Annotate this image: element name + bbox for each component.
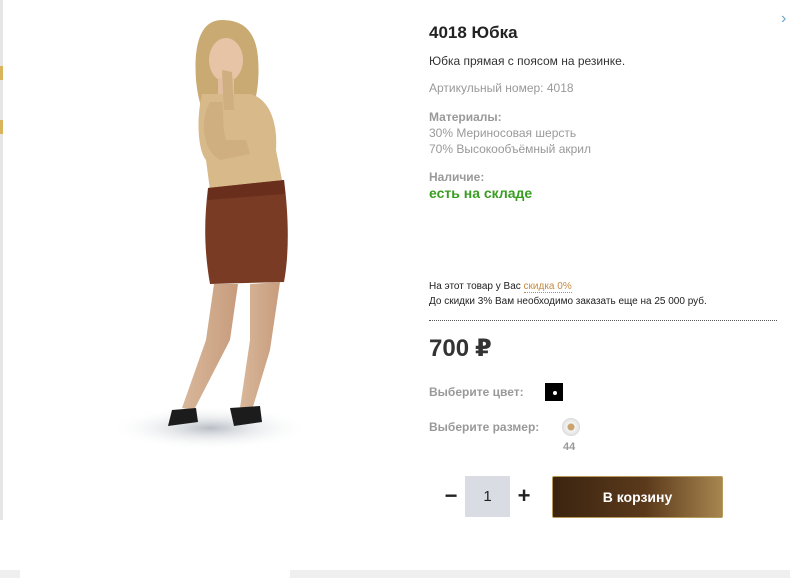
color-label: Выберите цвет: bbox=[429, 385, 524, 399]
material-item: 70% Высокообъёмный акрил bbox=[429, 142, 592, 156]
product-title: 4018 Юбка bbox=[429, 23, 518, 42]
price-amount: 700 bbox=[429, 335, 470, 362]
quantity-increase-button[interactable]: + bbox=[514, 484, 534, 508]
discount-prefix: На этот товар у Вас bbox=[429, 281, 524, 292]
stock-heading: Наличие: bbox=[429, 170, 485, 184]
selected-dot-icon bbox=[553, 391, 557, 395]
left-edge-marker bbox=[0, 120, 3, 134]
discount-link[interactable]: скидка 0% bbox=[523, 281, 572, 293]
add-to-cart-button[interactable]: В корзину bbox=[552, 476, 723, 518]
materials-heading: Материалы: bbox=[429, 110, 502, 124]
size-value: 44 bbox=[563, 441, 576, 453]
quantity-decrease-button[interactable]: − bbox=[441, 484, 461, 508]
divider bbox=[429, 320, 777, 321]
bottom-scrollbar[interactable] bbox=[0, 570, 790, 578]
product-photo bbox=[110, 10, 330, 460]
stock-status: есть на складе bbox=[429, 185, 533, 201]
left-edge-marker bbox=[0, 66, 3, 80]
color-swatch-black[interactable] bbox=[545, 383, 563, 401]
model-illustration bbox=[110, 20, 310, 450]
product-price: 700 ₽ bbox=[429, 334, 492, 363]
size-label: Выберите размер: bbox=[429, 420, 540, 434]
size-radio-44[interactable] bbox=[562, 418, 580, 436]
left-edge-strip bbox=[0, 0, 3, 520]
quantity-input[interactable] bbox=[465, 476, 510, 517]
discount-info: На этот товар у Вас скидка 0% bbox=[429, 281, 572, 293]
material-item: 30% Мериносовая шерсть bbox=[429, 126, 577, 140]
scrollbar-thumb[interactable] bbox=[20, 570, 290, 578]
product-sku: Артикульный номер: 4018 bbox=[429, 81, 574, 95]
product-description: Юбка прямая с поясом на резинке. bbox=[429, 54, 626, 68]
discount-threshold: До скидки 3% Вам необходимо заказать еще… bbox=[429, 296, 707, 307]
ruble-icon: ₽ bbox=[475, 335, 492, 362]
scroll-arrow-icon[interactable]: › bbox=[781, 10, 786, 28]
